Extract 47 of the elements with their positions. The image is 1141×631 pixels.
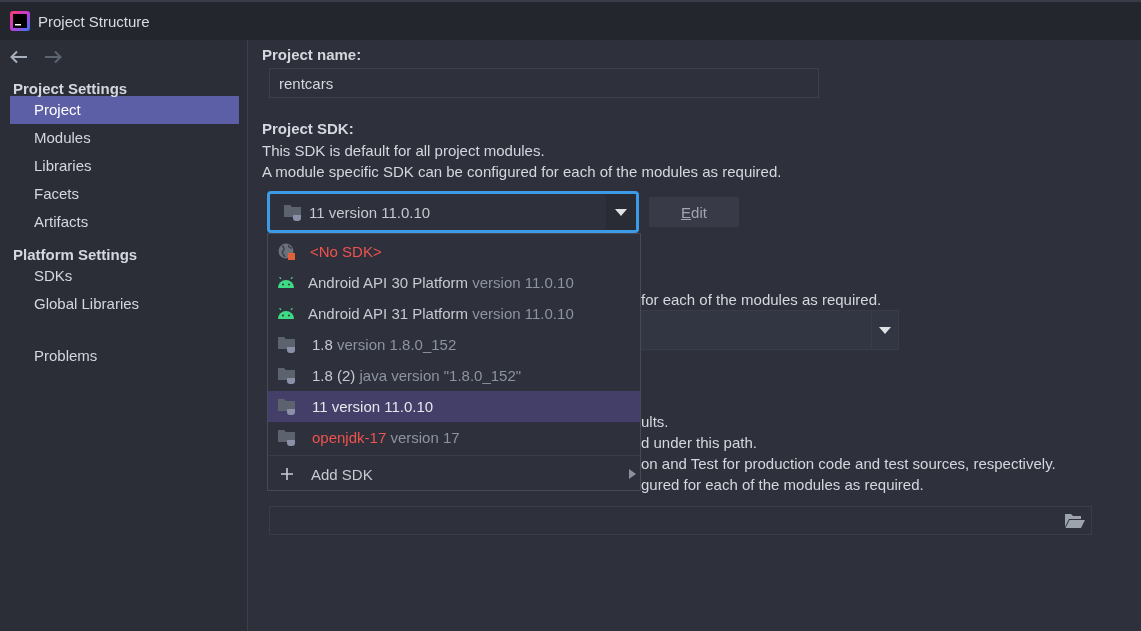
- sdk-option[interactable]: openjdk-17 version 17: [268, 422, 640, 453]
- android-icon: [278, 276, 294, 289]
- description-text: This SDK is default for all project modules.: [262, 141, 546, 161]
- open-folder-icon[interactable]: [1065, 513, 1085, 528]
- folder-cup-icon: [278, 336, 298, 353]
- app-logo-icon: [10, 11, 30, 31]
- window-title: Project Structure: [38, 12, 150, 30]
- sdk-option[interactable]: 1.8 (2) java version "1.8.0_152": [268, 360, 640, 391]
- description-text: for each of the modules as required.: [641, 290, 882, 310]
- field-label: Project name:: [262, 45, 363, 65]
- folder-cup-icon: [284, 203, 304, 221]
- section-heading: Platform Settings: [12, 245, 139, 262]
- plus-icon: [281, 468, 293, 480]
- android-icon: [278, 307, 294, 320]
- folder-cup-icon: [278, 398, 298, 415]
- sidebar-item[interactable]: Artifacts: [10, 208, 239, 236]
- globe-icon: [278, 242, 296, 261]
- sdk-option[interactable]: <No SDK>: [268, 236, 640, 267]
- path-field[interactable]: [269, 506, 1092, 535]
- sidebar-item[interactable]: Problems: [10, 342, 239, 370]
- add-sdk-item[interactable]: Add SDK: [268, 458, 640, 490]
- description-text: d under this path.: [641, 433, 757, 453]
- submenu-arrow-icon: [629, 469, 636, 479]
- sdk-option[interactable]: Android API 31 Platform version 11.0.10: [268, 298, 640, 329]
- folder-cup-icon: [278, 367, 298, 384]
- sdk-option[interactable]: 1.8 version 1.8.0_152: [268, 329, 640, 360]
- sidebar-item[interactable]: SDKs: [10, 262, 239, 290]
- edit-button[interactable]: Edit: [649, 197, 739, 227]
- description-text: ults.: [641, 412, 669, 432]
- sdk-dropdown[interactable]: 11 version 11.0.10: [267, 191, 639, 233]
- sdk-option[interactable]: 11 version 11.0.10: [268, 391, 640, 422]
- description-text: gured for each of the modules as required.: [641, 475, 924, 495]
- field-label: Project SDK:: [262, 119, 355, 139]
- section-heading: Project Settings: [12, 79, 129, 96]
- dropdown-arrow-icon: [879, 326, 891, 334]
- sidebar-item[interactable]: Modules: [10, 124, 239, 152]
- description-text: A module specific SDK can be configured for each of the modules as required.: [262, 162, 783, 182]
- description-text: on and Test for production code and test sources, respectively.: [641, 454, 1056, 474]
- sidebar-item[interactable]: Global Libraries: [10, 290, 239, 318]
- project-name-field[interactable]: rentcars: [269, 68, 819, 98]
- back-arrow-icon[interactable]: [10, 50, 28, 64]
- sidebar-item[interactable]: Libraries: [10, 152, 239, 180]
- sdk-option[interactable]: Android API 30 Platform version 11.0.10: [268, 267, 640, 298]
- sidebar-item[interactable]: Project: [10, 96, 239, 124]
- dropdown-arrow-icon: [615, 208, 627, 216]
- folder-cup-icon: [278, 429, 298, 446]
- sidebar-item[interactable]: Facets: [10, 180, 239, 208]
